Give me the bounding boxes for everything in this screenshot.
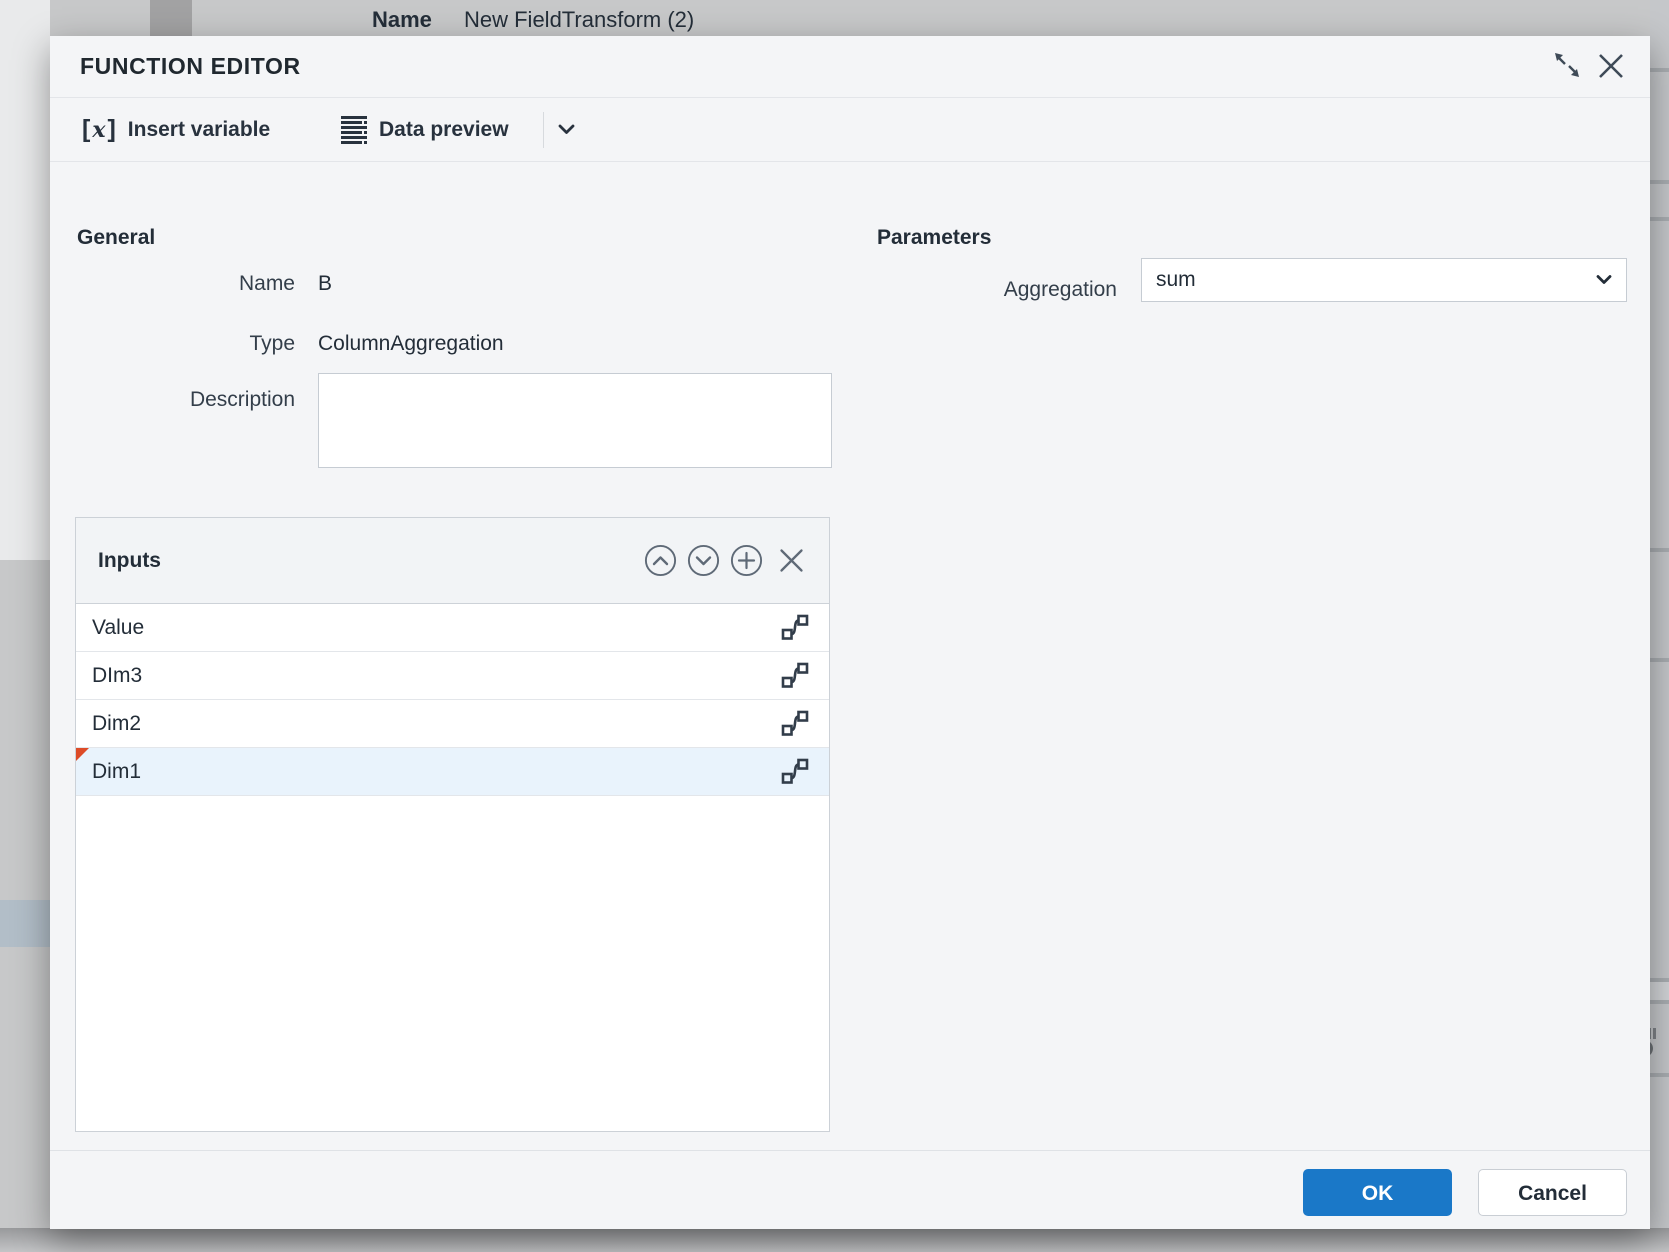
aggregation-select[interactable]: sum [1141,258,1627,302]
description-label: Description [189,388,295,411]
background-left-panel [0,0,50,560]
inputs-panel-header: Inputs [76,518,829,604]
data-preview-caret-button[interactable] [551,98,581,161]
inputs-row-list: Value DIm3 Dim2 Dim1 [76,604,829,796]
chevron-down-icon [1596,275,1612,285]
type-label: Type [249,332,295,355]
ok-button[interactable]: OK [1303,1169,1452,1216]
dialog-title: FUNCTION EDITOR [80,53,301,79]
function-editor-dialog: FUNCTION EDITOR [x] Insert variable Data… [50,36,1650,1229]
inputs-panel: Inputs Value DIm3 Dim2 Dim1 [75,517,830,1132]
cancel-button[interactable]: Cancel [1478,1169,1627,1216]
dialog-header: FUNCTION EDITOR [50,36,1650,98]
chevron-down-icon [558,124,575,135]
inputs-heading: Inputs [98,549,161,572]
background-name-value: New FieldTransform (2) [464,7,695,32]
move-up-icon[interactable] [644,544,677,577]
map-field-icon[interactable] [781,613,809,642]
insert-variable-button[interactable]: [x] Insert variable [82,98,270,161]
dialog-toolbar: [x] Insert variable Data preview [50,98,1650,162]
background-right-strip [1650,0,1669,1252]
input-row-dim2[interactable]: Dim2 [76,700,829,748]
map-field-icon[interactable] [781,661,809,690]
modal-drop-shadow [0,1228,1669,1252]
close-icon[interactable] [1597,52,1627,78]
input-row-value[interactable]: Value [76,604,829,652]
parameters-section-heading: Parameters [877,226,992,249]
delete-input-icon[interactable] [778,547,811,580]
move-down-icon[interactable] [687,544,720,577]
aggregation-label: Aggregation [1003,278,1117,301]
data-preview-button[interactable]: Data preview [340,98,509,161]
general-section-heading: General [77,226,156,249]
type-value: ColumnAggregation [318,332,504,355]
description-input[interactable] [318,373,832,468]
input-row-dim1-selected[interactable]: Dim1 [76,748,829,796]
expand-icon[interactable] [1552,52,1582,78]
toolbar-separator [543,112,544,148]
map-field-icon[interactable] [781,757,809,786]
input-row-dim3[interactable]: DIm3 [76,652,829,700]
data-preview-label: Data preview [379,117,509,141]
insert-variable-icon: [x] [82,115,117,143]
map-field-icon[interactable] [781,709,809,738]
insert-variable-label: Insert variable [127,117,271,141]
unsaved-change-marker [76,748,89,761]
background-form-row: Name New FieldTransform (2) [0,0,1669,36]
aggregation-selected-value: sum [1156,268,1196,291]
name-value: B [318,272,333,295]
data-preview-icon [340,113,368,147]
add-input-icon[interactable] [730,544,763,577]
background-name-label: Name [372,7,432,32]
background-selected-item [0,900,50,947]
dialog-footer: OK Cancel [50,1150,1650,1229]
name-label: Name [238,272,295,295]
